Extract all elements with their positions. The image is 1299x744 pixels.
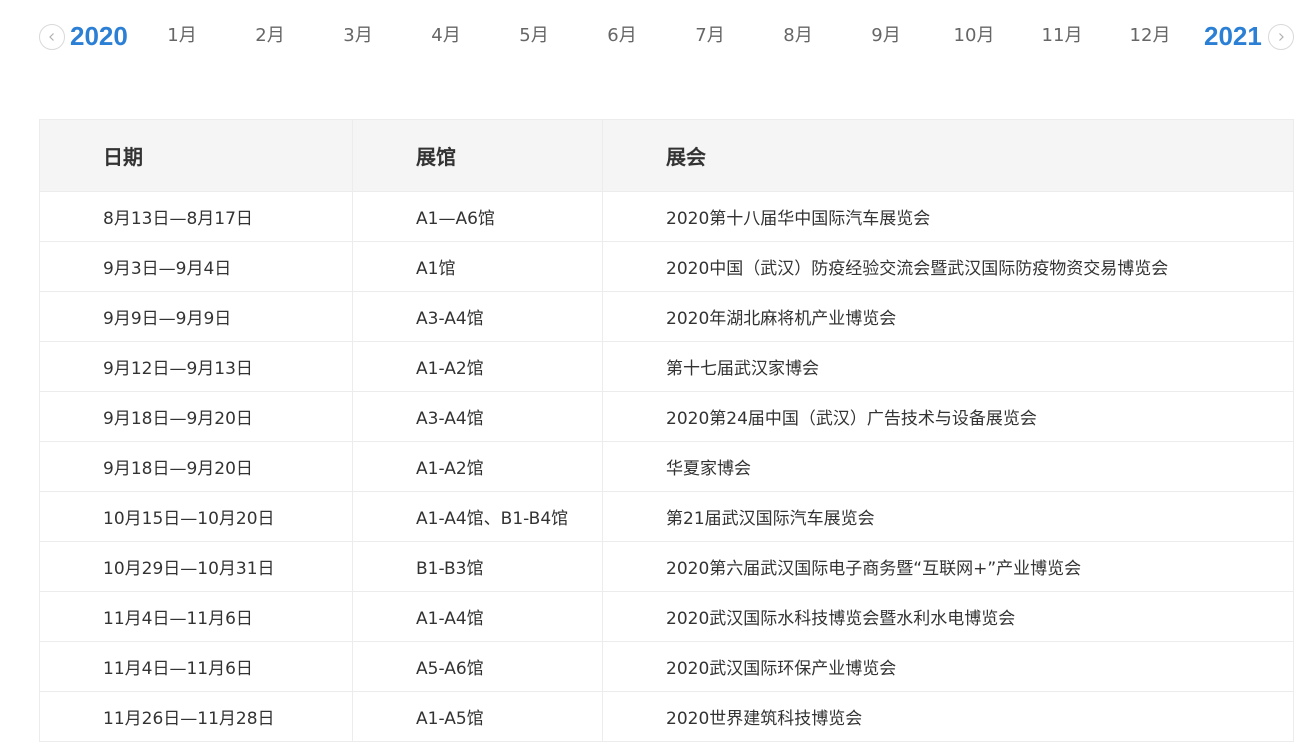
year-2020-label[interactable]: 2020 bbox=[70, 20, 128, 52]
cell-expo: 2020第24届中国（武汉）广告技术与设备展览会 bbox=[602, 391, 1294, 442]
cell-expo: 2020武汉国际环保产业博览会 bbox=[602, 641, 1294, 692]
table-header-row: 日期 展馆 展会 bbox=[39, 119, 1294, 192]
cell-date: 9月18日—9月20日 bbox=[39, 391, 353, 442]
cell-date: 9月12日—9月13日 bbox=[39, 341, 353, 392]
chevron-right-icon bbox=[1279, 33, 1284, 41]
month-item[interactable]: 12月 bbox=[1106, 20, 1194, 52]
cell-hall: A1-A2馆 bbox=[352, 341, 603, 392]
month-item[interactable]: 2月 bbox=[226, 20, 314, 52]
table-row: 9月12日—9月13日 A1-A2馆 第十七届武汉家博会 bbox=[39, 341, 1294, 392]
cell-date: 11月4日—11月6日 bbox=[39, 591, 353, 642]
cell-expo: 2020第十八届华中国际汽车展览会 bbox=[602, 191, 1294, 242]
cell-expo: 2020武汉国际水科技博览会暨水利水电博览会 bbox=[602, 591, 1294, 642]
cell-expo: 2020世界建筑科技博览会 bbox=[602, 691, 1294, 742]
table-row: 11月4日—11月6日 A5-A6馆 2020武汉国际环保产业博览会 bbox=[39, 641, 1294, 692]
month-list: 1月 2月 3月 4月 5月 6月 7月 8月 9月 10月 11月 12月 bbox=[138, 20, 1194, 52]
month-item[interactable]: 5月 bbox=[490, 20, 578, 52]
month-item[interactable]: 9月 bbox=[842, 20, 930, 52]
cell-expo: 第十七届武汉家博会 bbox=[602, 341, 1294, 392]
table-row: 11月26日—11月28日 A1-A5馆 2020世界建筑科技博览会 bbox=[39, 691, 1294, 742]
cell-date: 10月29日—10月31日 bbox=[39, 541, 353, 592]
table-row: 11月4日—11月6日 A1-A4馆 2020武汉国际水科技博览会暨水利水电博览会 bbox=[39, 591, 1294, 642]
cell-expo: 第21届武汉国际汽车展览会 bbox=[602, 491, 1294, 542]
header-hall: 展馆 bbox=[352, 119, 603, 192]
cell-date: 9月9日—9月9日 bbox=[39, 291, 353, 342]
table-row: 10月15日—10月20日 A1-A4馆、B1-B4馆 第21届武汉国际汽车展览会 bbox=[39, 491, 1294, 542]
cell-date: 11月26日—11月28日 bbox=[39, 691, 353, 742]
cell-hall: A1馆 bbox=[352, 241, 603, 292]
cell-date: 11月4日—11月6日 bbox=[39, 641, 353, 692]
year-2021-label[interactable]: 2021 bbox=[1204, 20, 1262, 52]
cell-expo: 2020第六届武汉国际电子商务暨“互联网+”产业博览会 bbox=[602, 541, 1294, 592]
cell-expo: 2020中国（武汉）防疫经验交流会暨武汉国际防疫物资交易博览会 bbox=[602, 241, 1294, 292]
cell-date: 8月13日—8月17日 bbox=[39, 191, 353, 242]
cell-expo: 华夏家博会 bbox=[602, 441, 1294, 492]
chevron-left-icon bbox=[49, 33, 54, 41]
month-timeline: 2020 1月 2月 3月 4月 5月 6月 7月 8月 9月 10月 11月 12月 2021 bbox=[0, 0, 1299, 72]
table-row: 9月18日—9月20日 A3-A4馆 2020第24届中国（武汉）广告技术与设备展览… bbox=[39, 391, 1294, 442]
month-item[interactable]: 10月 bbox=[930, 20, 1018, 52]
table-row: 9月9日—9月9日 A3-A4馆 2020年湖北麻将机产业博览会 bbox=[39, 291, 1294, 342]
header-date: 日期 bbox=[39, 119, 353, 192]
cell-hall: B1-B3馆 bbox=[352, 541, 603, 592]
exhibition-schedule-table: 日期 展馆 展会 8月13日—8月17日 A1—A6馆 2020第十八届华中国际汽车… bbox=[39, 119, 1294, 742]
cell-date: 9月18日—9月20日 bbox=[39, 441, 353, 492]
cell-hall: A1-A4馆、B1-B4馆 bbox=[352, 491, 603, 542]
table-row: 10月29日—10月31日 B1-B3馆 2020第六届武汉国际电子商务暨“互联网+… bbox=[39, 541, 1294, 592]
table-row: 8月13日—8月17日 A1—A6馆 2020第十八届华中国际汽车展览会 bbox=[39, 191, 1294, 242]
cell-date: 10月15日—10月20日 bbox=[39, 491, 353, 542]
cell-hall: A3-A4馆 bbox=[352, 291, 603, 342]
month-item[interactable]: 7月 bbox=[666, 20, 754, 52]
cell-hall: A5-A6馆 bbox=[352, 641, 603, 692]
month-item[interactable]: 4月 bbox=[402, 20, 490, 52]
cell-hall: A1-A4馆 bbox=[352, 591, 603, 642]
month-item[interactable]: 1月 bbox=[138, 20, 226, 52]
month-item[interactable]: 3月 bbox=[314, 20, 402, 52]
cell-hall: A1-A5馆 bbox=[352, 691, 603, 742]
table-row: 9月3日—9月4日 A1馆 2020中国（武汉）防疫经验交流会暨武汉国际防疫物资交易… bbox=[39, 241, 1294, 292]
month-item[interactable]: 8月 bbox=[754, 20, 842, 52]
next-year-button[interactable] bbox=[1268, 24, 1294, 50]
month-item[interactable]: 6月 bbox=[578, 20, 666, 52]
header-expo: 展会 bbox=[602, 119, 1294, 192]
cell-hall: A3-A4馆 bbox=[352, 391, 603, 442]
month-item[interactable]: 11月 bbox=[1018, 20, 1106, 52]
cell-hall: A1—A6馆 bbox=[352, 191, 603, 242]
cell-hall: A1-A2馆 bbox=[352, 441, 603, 492]
table-row: 9月18日—9月20日 A1-A2馆 华夏家博会 bbox=[39, 441, 1294, 492]
cell-expo: 2020年湖北麻将机产业博览会 bbox=[602, 291, 1294, 342]
prev-year-button[interactable] bbox=[39, 24, 65, 50]
cell-date: 9月3日—9月4日 bbox=[39, 241, 353, 292]
